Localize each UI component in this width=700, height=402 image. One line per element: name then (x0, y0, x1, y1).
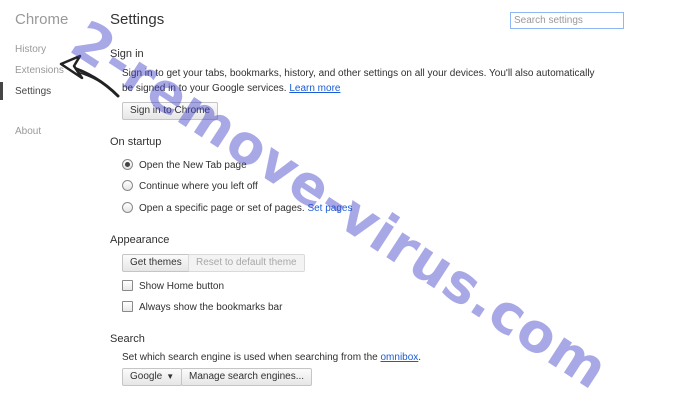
show-bookmarks-checkbox[interactable] (122, 301, 133, 312)
on-startup-heading: On startup (110, 136, 162, 148)
show-bookmarks-label: Always show the bookmarks bar (139, 302, 283, 313)
omnibox-link[interactable]: omnibox (380, 352, 418, 363)
sidebar-item-settings[interactable]: Settings (15, 86, 51, 97)
sign-in-heading: Sign in (110, 48, 144, 60)
startup-new-tab-radio[interactable] (122, 159, 133, 170)
sign-in-to-chrome-button[interactable]: Sign in to Chrome (122, 102, 219, 120)
startup-specific-pages-row: Open a specific page or set of pages. Se… (139, 203, 353, 214)
manage-search-engines-button[interactable]: Manage search engines... (181, 368, 313, 386)
search-description-period: . (418, 352, 422, 363)
search-description-row: Set which search engine is used when sea… (122, 352, 421, 363)
search-engine-value: Google (130, 371, 163, 382)
startup-new-tab-label: Open the New Tab page (139, 160, 247, 171)
chevron-down-icon: ▼ (166, 372, 175, 381)
set-pages-link[interactable]: Set pages (307, 203, 352, 214)
sign-in-description-line1: Sign in to get your tabs, bookmarks, his… (122, 68, 595, 79)
show-home-label: Show Home button (139, 281, 225, 292)
startup-continue-label: Continue where you left off (139, 181, 258, 192)
sidebar-item-history[interactable]: History (15, 44, 46, 55)
reset-theme-button[interactable]: Reset to default theme (188, 254, 305, 272)
get-themes-button[interactable]: Get themes (122, 254, 190, 272)
search-settings-input[interactable] (510, 12, 624, 29)
show-home-checkbox[interactable] (122, 280, 133, 291)
search-description: Set which search engine is used when sea… (122, 352, 378, 363)
startup-specific-pages-radio[interactable] (122, 202, 133, 213)
page-title: Settings (110, 11, 165, 28)
startup-specific-pages-label: Open a specific page or set of pages. (139, 203, 305, 214)
sidebar-brand: Chrome (15, 11, 69, 28)
sidebar-item-about[interactable]: About (15, 126, 41, 137)
learn-more-link[interactable]: Learn more (289, 83, 340, 94)
startup-continue-radio[interactable] (122, 180, 133, 191)
active-nav-marker (0, 82, 3, 100)
sidebar: Chrome History Extensions Settings About (0, 0, 95, 394)
sidebar-item-extensions[interactable]: Extensions (15, 65, 64, 76)
sign-in-description-line2: be signed in to your Google services. Le… (122, 83, 340, 94)
search-engine-select[interactable]: Google ▼ (122, 368, 183, 386)
sign-in-description-text: be signed in to your Google services. (122, 83, 287, 94)
search-heading: Search (110, 333, 145, 345)
appearance-heading: Appearance (110, 234, 170, 246)
